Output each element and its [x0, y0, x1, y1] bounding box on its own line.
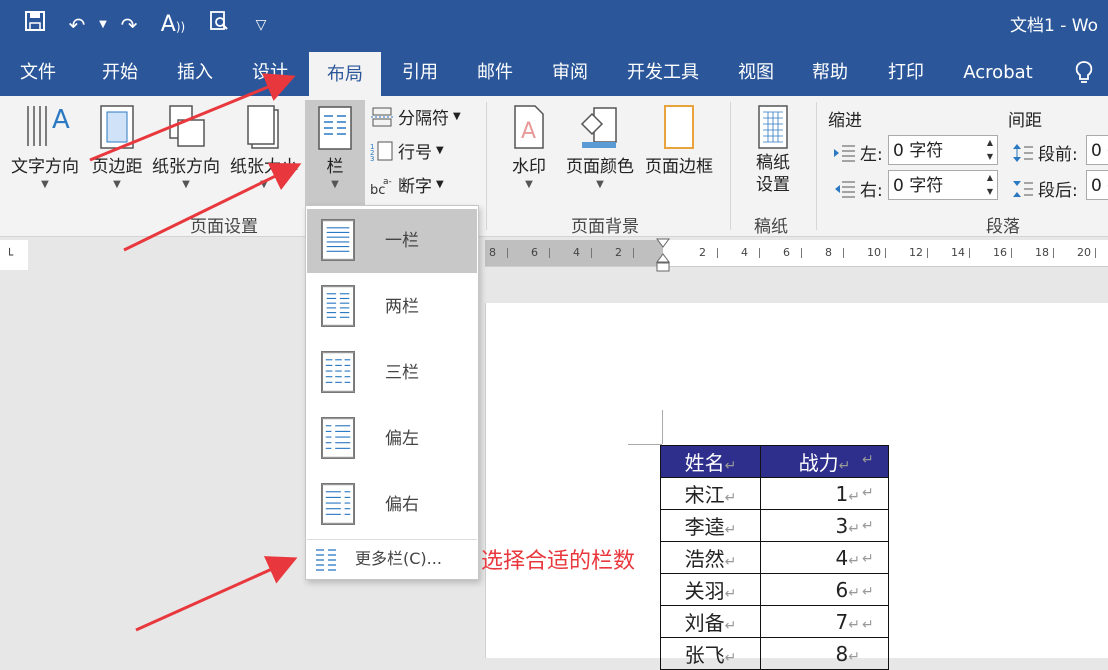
annotation-text: 选择合适的栏数: [481, 549, 636, 574]
arrow-to-more-columns: [135, 556, 298, 632]
arrow-to-layout-tab: [89, 73, 296, 162]
arrow-to-columns-button: [123, 163, 302, 252]
